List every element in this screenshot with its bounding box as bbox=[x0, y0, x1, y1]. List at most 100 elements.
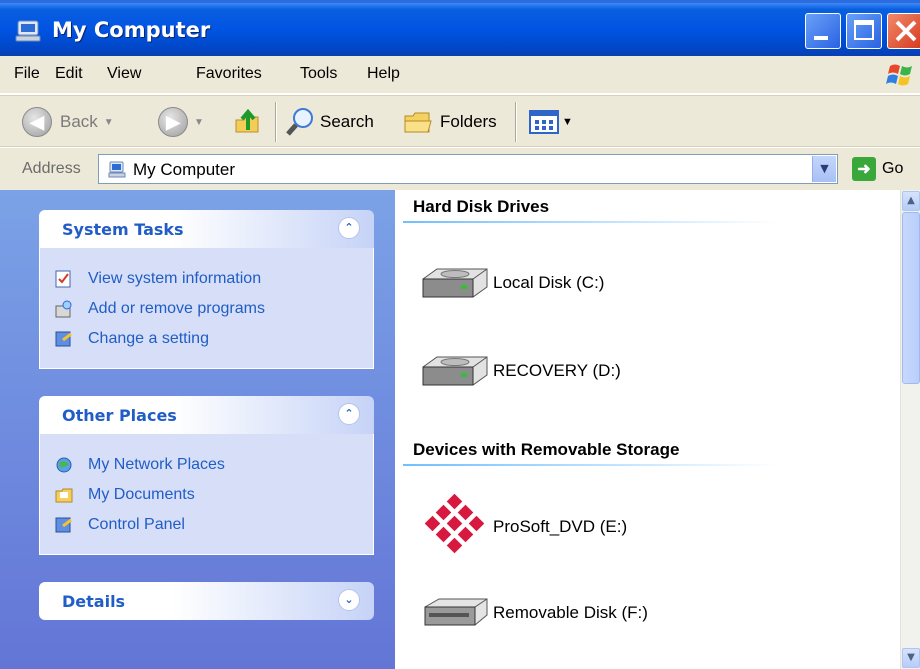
control-panel-icon bbox=[55, 517, 72, 533]
place-label: My Documents bbox=[88, 486, 195, 503]
hard-disk-group-header: Hard Disk Drives bbox=[413, 197, 550, 216]
other-places-header[interactable]: Other Places ⌃ bbox=[39, 396, 374, 434]
removable-group-header: Devices with Removable Storage bbox=[413, 440, 680, 459]
scroll-down-button[interactable]: ▼ bbox=[902, 648, 920, 668]
task-label: Add or remove programs bbox=[88, 300, 265, 317]
back-arrow-icon: ◀ bbox=[22, 107, 52, 137]
up-folder-icon bbox=[235, 108, 259, 133]
maximize-button[interactable] bbox=[846, 13, 882, 49]
scroll-thumb[interactable] bbox=[902, 212, 920, 384]
minimize-icon bbox=[814, 36, 828, 40]
dvd-drive-icon bbox=[424, 494, 485, 554]
task-add-remove-programs[interactable]: Add or remove programs bbox=[54, 294, 373, 324]
details-header[interactable]: Details ⌄ bbox=[39, 582, 374, 620]
place-label: My Network Places bbox=[88, 456, 225, 473]
group-divider bbox=[403, 221, 778, 223]
address-input[interactable]: My Computer ▼ bbox=[98, 154, 838, 184]
back-label: Back bbox=[60, 112, 98, 131]
drive-removable-disk-f[interactable]: Removable Disk (F:) bbox=[417, 591, 648, 635]
drive-prosoft-dvd-e[interactable]: ProSoft_DVD (E:) bbox=[417, 494, 627, 560]
other-places-body: My Network Places My Documents Control P… bbox=[39, 434, 374, 555]
vertical-scrollbar[interactable]: ▲ ▼ bbox=[900, 190, 920, 669]
my-computer-small-icon bbox=[108, 161, 126, 178]
toolbar-separator bbox=[515, 102, 517, 142]
place-label: Control Panel bbox=[88, 516, 185, 533]
scroll-up-button[interactable]: ▲ bbox=[902, 191, 920, 211]
place-my-network-places[interactable]: My Network Places bbox=[54, 450, 373, 480]
go-arrow-icon: ➜ bbox=[852, 157, 876, 181]
drive-label: Local Disk (C:) bbox=[493, 273, 605, 292]
forward-dropdown-icon[interactable]: ▼ bbox=[194, 117, 204, 128]
title-bar[interactable]: My Computer bbox=[0, 0, 920, 56]
menu-view[interactable]: View bbox=[107, 65, 141, 83]
go-button[interactable]: ➜ Go bbox=[852, 157, 903, 181]
expand-chevron-icon[interactable]: ⌄ bbox=[338, 589, 360, 611]
place-my-documents[interactable]: My Documents bbox=[54, 480, 373, 510]
menu-bar: File Edit View Favorites Tools Help bbox=[0, 56, 920, 94]
up-folder-button[interactable] bbox=[232, 106, 264, 138]
minimize-button[interactable] bbox=[805, 13, 841, 49]
back-button[interactable]: ◀ Back ▼ bbox=[22, 106, 114, 138]
folders-button[interactable]: Folders bbox=[402, 106, 497, 138]
place-control-panel[interactable]: Control Panel bbox=[54, 510, 373, 540]
drive-local-disk-c[interactable]: Local Disk (C:) bbox=[417, 261, 604, 305]
maximize-icon bbox=[854, 20, 874, 40]
hard-disk-icon bbox=[422, 268, 488, 298]
search-button[interactable]: Search bbox=[284, 106, 374, 138]
collapse-chevron-icon[interactable]: ⌃ bbox=[338, 217, 360, 239]
views-dropdown-icon[interactable]: ▼ bbox=[562, 116, 573, 128]
address-dropdown-icon[interactable]: ▼ bbox=[812, 156, 836, 182]
task-pane: System Tasks ⌃ View system information A… bbox=[0, 190, 395, 669]
content-area: Hard Disk Drives Local Disk (C:) RECOVER… bbox=[395, 190, 900, 669]
search-icon bbox=[286, 108, 313, 136]
toolbar: ◀ Back ▼ ▶ ▼ Search Folders ▼ bbox=[0, 95, 920, 147]
control-panel-icon bbox=[55, 331, 72, 347]
task-change-setting[interactable]: Change a setting bbox=[54, 324, 373, 354]
system-tasks-header[interactable]: System Tasks ⌃ bbox=[39, 210, 374, 248]
removable-disk-icon bbox=[424, 598, 488, 626]
other-places-panel: Other Places ⌃ My Network Places My Docu… bbox=[39, 396, 374, 555]
drive-label: ProSoft_DVD (E:) bbox=[493, 517, 628, 536]
hard-disk-icon bbox=[422, 356, 488, 386]
menu-tools[interactable]: Tools bbox=[300, 65, 337, 83]
back-dropdown-icon[interactable]: ▼ bbox=[104, 117, 114, 128]
details-panel: Details ⌄ bbox=[39, 582, 374, 620]
toolbar-separator bbox=[275, 102, 277, 142]
network-places-icon bbox=[56, 457, 72, 473]
my-documents-icon bbox=[55, 488, 73, 503]
folders-label: Folders bbox=[440, 112, 497, 131]
search-label: Search bbox=[320, 112, 374, 131]
add-remove-programs-icon bbox=[55, 300, 72, 318]
close-button[interactable] bbox=[887, 13, 920, 49]
drive-label: RECOVERY (D:) bbox=[493, 361, 621, 380]
system-tasks-panel: System Tasks ⌃ View system information A… bbox=[39, 210, 374, 369]
my-computer-icon bbox=[15, 20, 41, 42]
menu-help[interactable]: Help bbox=[367, 65, 400, 83]
windows-flag-icon bbox=[886, 64, 912, 86]
group-divider bbox=[403, 464, 778, 466]
menu-favorites[interactable]: Favorites bbox=[196, 65, 262, 83]
system-tasks-body: View system information Add or remove pr… bbox=[39, 248, 374, 369]
task-label: Change a setting bbox=[88, 330, 209, 347]
address-value: My Computer bbox=[133, 160, 236, 179]
views-button[interactable]: ▼ bbox=[528, 106, 573, 138]
forward-button[interactable]: ▶ ▼ bbox=[158, 106, 204, 138]
folders-icon bbox=[404, 112, 432, 133]
task-label: View system information bbox=[88, 270, 262, 287]
drive-recovery-d[interactable]: RECOVERY (D:) bbox=[417, 349, 621, 393]
menu-edit[interactable]: Edit bbox=[55, 65, 83, 83]
go-label: Go bbox=[882, 160, 904, 177]
address-bar: Address My Computer ▼ ➜ Go bbox=[0, 148, 920, 190]
drive-label: Removable Disk (F:) bbox=[493, 603, 648, 622]
other-places-title: Other Places bbox=[62, 406, 177, 425]
address-label: Address bbox=[22, 160, 81, 177]
details-title: Details bbox=[62, 592, 126, 611]
collapse-chevron-icon[interactable]: ⌃ bbox=[338, 403, 360, 425]
menu-file[interactable]: File bbox=[14, 65, 40, 83]
task-view-system-info[interactable]: View system information bbox=[54, 264, 373, 294]
system-tasks-title: System Tasks bbox=[62, 220, 184, 239]
close-icon bbox=[895, 20, 917, 42]
system-info-icon bbox=[55, 270, 71, 288]
window-title: My Computer bbox=[52, 18, 211, 42]
views-icon bbox=[529, 110, 559, 134]
